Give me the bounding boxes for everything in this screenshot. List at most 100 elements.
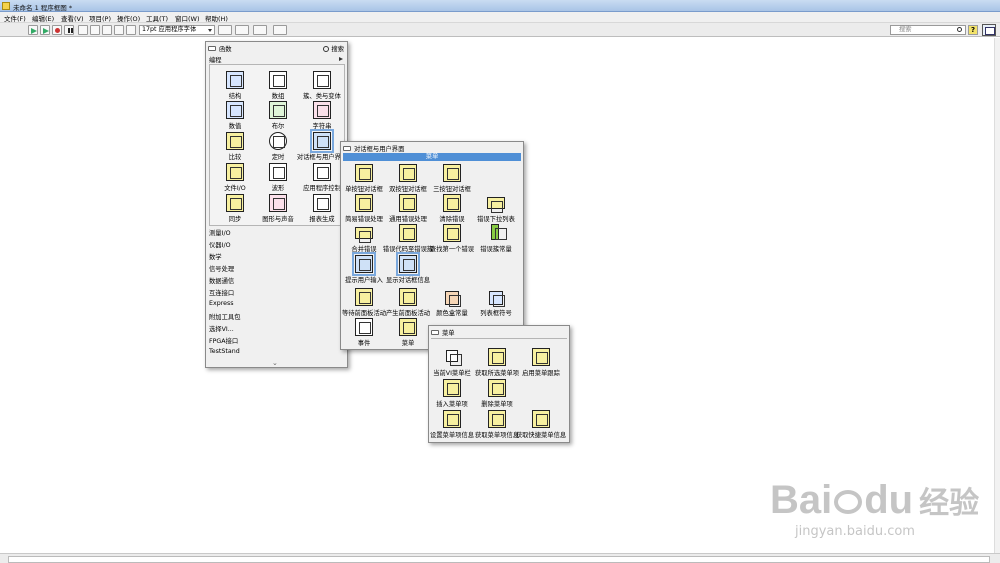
icon-label: 字符串 (312, 123, 332, 130)
numeric-icon[interactable] (226, 101, 244, 119)
icon-label: 删除菜单项 (481, 401, 513, 408)
palette-header: 菜单 (431, 328, 455, 337)
app-control-icon[interactable] (313, 163, 331, 181)
pin-icon[interactable] (343, 146, 351, 151)
category-select-vi[interactable]: 选择VI... (209, 324, 234, 333)
category-programming[interactable]: 编程 (209, 55, 222, 64)
timing-icon[interactable] (269, 132, 287, 150)
icon-label: 启用菜单跟踪 (522, 370, 560, 377)
error-code-cluster-icon[interactable] (399, 224, 417, 242)
watermark-logo: Bai du 经验 (770, 478, 979, 523)
get-menu-item-info-icon[interactable] (488, 410, 506, 428)
context-help-button[interactable]: ? (968, 25, 978, 35)
vertical-scrollbar[interactable] (994, 38, 1000, 553)
menu-window[interactable]: 窗口(W) (175, 13, 200, 23)
palette-search-button[interactable]: 搜索 (323, 44, 344, 53)
get-menu-selection-icon[interactable] (488, 348, 506, 366)
listbox-symbol-icon[interactable] (489, 291, 505, 307)
prompt-user-icon[interactable] (352, 252, 376, 276)
menu-operate[interactable]: 操作(O) (117, 13, 140, 23)
menu-tools[interactable]: 工具(T) (146, 13, 168, 23)
step-over-icon[interactable] (114, 25, 124, 35)
menu-icon[interactable] (399, 318, 417, 336)
category-express[interactable]: Express (209, 300, 234, 307)
paw-icon (834, 490, 863, 515)
simple-error-icon[interactable] (355, 194, 373, 212)
one-button-dialog-icon[interactable] (355, 164, 373, 182)
menu-project[interactable]: 项目(P) (89, 13, 111, 23)
step-out-icon[interactable] (126, 25, 136, 35)
palette-selected-header: 菜单 (343, 153, 521, 161)
dialog-ui-icon[interactable] (310, 129, 334, 153)
string-icon[interactable] (313, 101, 331, 119)
enable-menu-tracking-icon[interactable] (532, 348, 550, 366)
menu-edit[interactable]: 编辑(E) (32, 13, 54, 23)
general-error-icon[interactable] (399, 194, 417, 212)
category-measurement-io[interactable]: 测量I/O (209, 228, 231, 237)
run-arrow-icon[interactable] (28, 25, 38, 35)
category-data-communication[interactable]: 数据通信 (209, 276, 234, 285)
pause-icon[interactable] (64, 25, 74, 35)
menu-file[interactable]: 文件(F) (4, 13, 26, 23)
watermark-brand2: du (864, 478, 914, 522)
menu-help[interactable]: 帮助(H) (205, 13, 228, 23)
set-menu-item-info-icon[interactable] (443, 410, 461, 428)
step-into-icon[interactable] (102, 25, 112, 35)
palette-header: 函数 (208, 44, 232, 53)
retain-wire-values-icon[interactable] (90, 25, 100, 35)
get-shortcut-menu-icon[interactable] (532, 410, 550, 428)
distribute-objects-icon[interactable] (235, 25, 249, 35)
category-addons[interactable]: 附加工具包 (209, 312, 240, 321)
waveform-icon[interactable] (269, 163, 287, 181)
find-first-error-icon[interactable] (443, 224, 461, 242)
run-continuously-icon[interactable] (40, 25, 50, 35)
reorder-icon[interactable] (253, 25, 267, 35)
category-instrument-io[interactable]: 仪器I/O (209, 240, 231, 249)
category-teststand[interactable]: TestStand (209, 348, 240, 355)
icon-label: 错误簇常量 (480, 246, 512, 253)
category-fpga[interactable]: FPGA接口 (209, 336, 238, 345)
category-mathematics[interactable]: 数学 (209, 252, 222, 261)
error-ring-icon[interactable] (487, 197, 505, 213)
chevron-down-icon[interactable]: ⌄ (272, 359, 278, 367)
file-io-icon[interactable] (226, 163, 244, 181)
watermark-url: jingyan.baidu.com (795, 524, 915, 539)
expand-icon[interactable] (339, 57, 343, 61)
array-icon[interactable] (269, 71, 287, 89)
menu-bar: 文件(F) 编辑(E) 查看(V) 项目(P) 操作(O) 工具(T) 窗口(W… (0, 12, 1000, 23)
search-input[interactable]: 搜索 (890, 25, 966, 35)
display-message-icon[interactable] (396, 252, 420, 276)
clean-up-diagram-icon[interactable] (273, 25, 287, 35)
graphics-sound-icon[interactable] (269, 194, 287, 212)
comparison-icon[interactable] (226, 132, 244, 150)
structures-icon[interactable] (226, 71, 244, 89)
three-button-dialog-icon[interactable] (443, 164, 461, 182)
report-icon[interactable] (313, 194, 331, 212)
two-button-dialog-icon[interactable] (399, 164, 417, 182)
events-icon[interactable] (355, 318, 373, 336)
pin-icon[interactable] (431, 330, 439, 335)
font-selector[interactable]: 17pt 应用程序字体 (139, 25, 215, 35)
boolean-icon[interactable] (269, 101, 287, 119)
sync-icon[interactable] (226, 194, 244, 212)
abort-icon[interactable] (52, 25, 62, 35)
category-signal-processing[interactable]: 信号处理 (209, 264, 234, 273)
pin-icon[interactable] (208, 46, 216, 51)
category-connectivity[interactable]: 互连接口 (209, 288, 234, 297)
generate-fp-activity-icon[interactable] (399, 288, 417, 306)
search-icon (957, 27, 962, 32)
wait-fp-activity-icon[interactable] (355, 288, 373, 306)
icon-label: 三按钮对话框 (433, 186, 471, 193)
horizontal-scrollbar[interactable] (0, 553, 1000, 563)
delete-menu-items-icon[interactable] (488, 379, 506, 397)
merge-errors-icon[interactable] (355, 227, 373, 243)
clear-errors-icon[interactable] (443, 194, 461, 212)
highlight-execution-icon[interactable] (78, 25, 88, 35)
current-vi-menubar-icon[interactable] (446, 350, 462, 366)
insert-menu-items-icon[interactable] (443, 379, 461, 397)
cluster-icon[interactable] (313, 71, 331, 89)
color-box-icon[interactable] (445, 291, 461, 307)
align-objects-icon[interactable] (218, 25, 232, 35)
menu-view[interactable]: 查看(V) (61, 13, 84, 23)
error-cluster-constant-icon[interactable] (491, 224, 507, 240)
